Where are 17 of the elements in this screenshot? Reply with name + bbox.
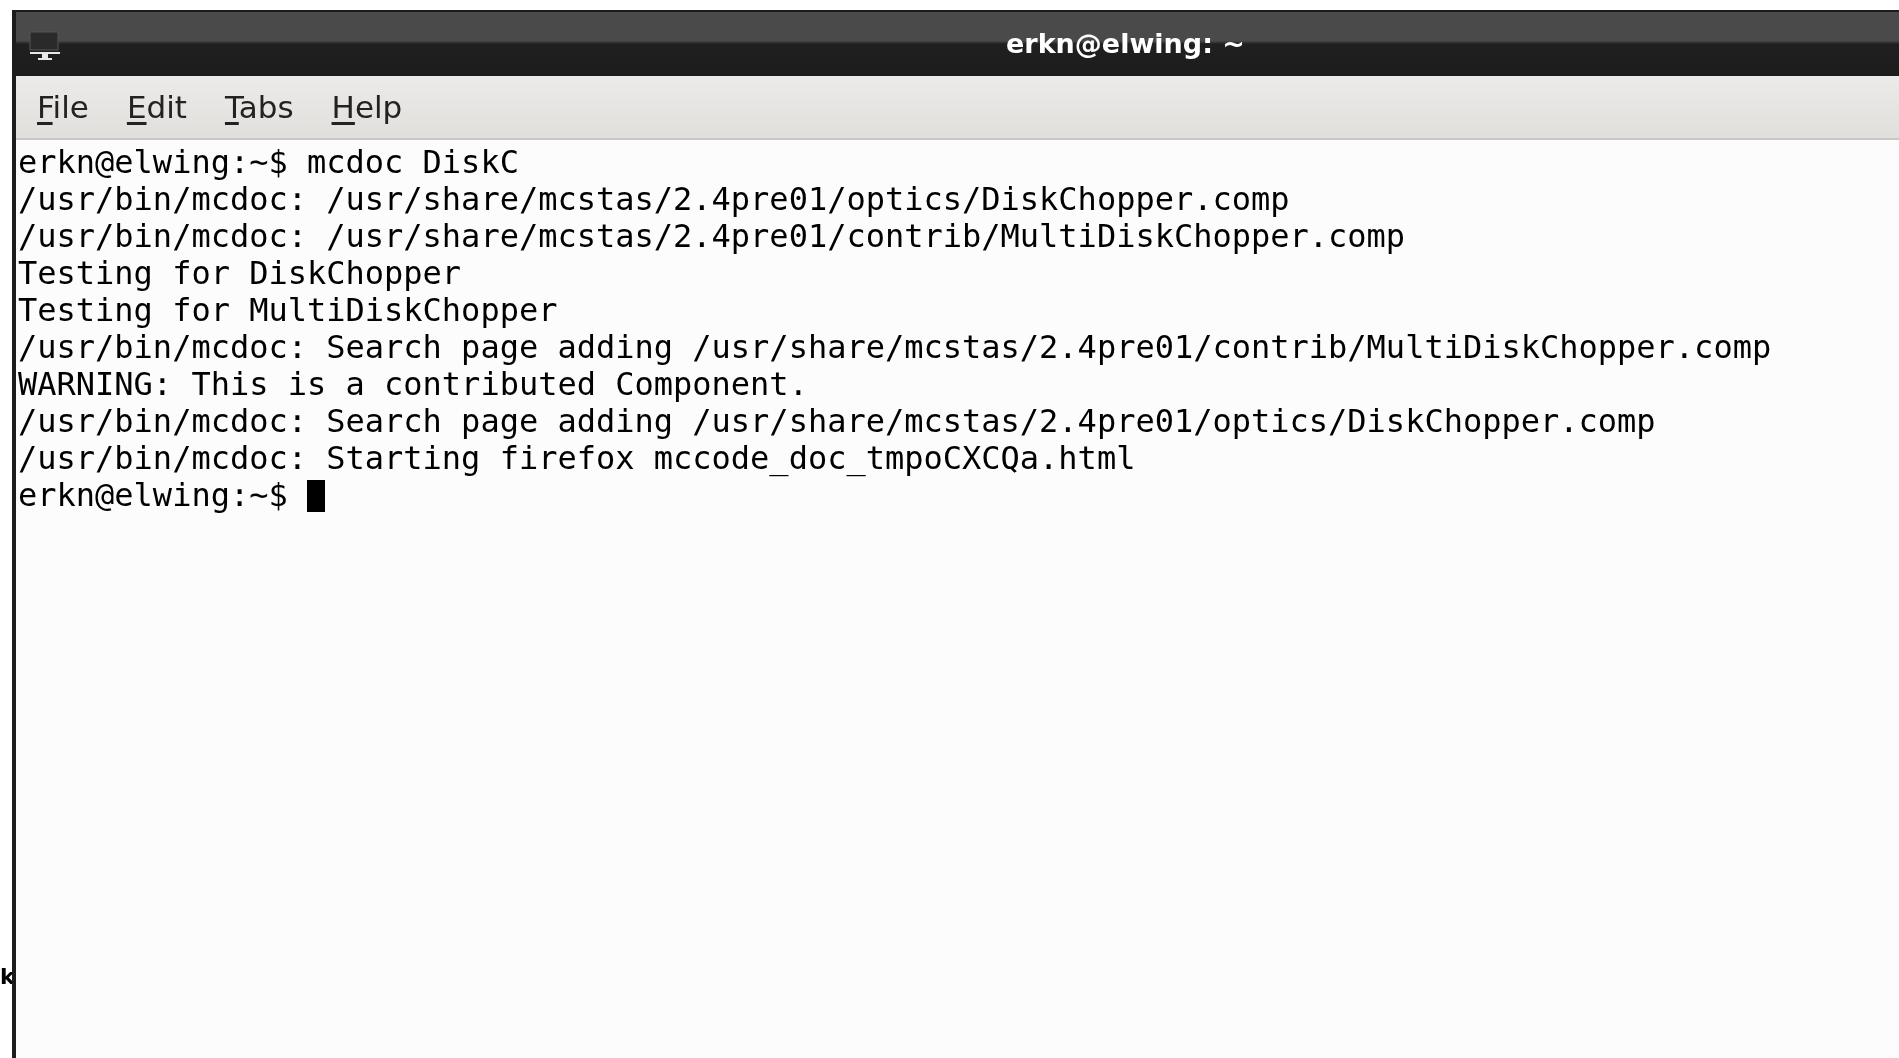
menu-item[interactable]: Help bbox=[330, 83, 404, 131]
terminal-line: /usr/bin/mcdoc: /usr/share/mcstas/2.4pre01/contrib/MultiDiskChopper.comp bbox=[18, 218, 1406, 255]
terminal-line: erkn@elwing:~$ mcdoc DiskC bbox=[18, 144, 519, 181]
block-cursor bbox=[307, 479, 325, 512]
terminal-line: Testing for DiskChopper bbox=[18, 255, 462, 292]
menu-item[interactable]: Tabs bbox=[223, 83, 295, 131]
terminal-line: WARNING: This is a contributed Component. bbox=[18, 366, 808, 403]
monitor-icon bbox=[28, 30, 62, 62]
menu-item[interactable]: File bbox=[36, 83, 90, 131]
terminal-line: /usr/bin/mcdoc: Starting firefox mccode_doc_tmpoCXCQa.html bbox=[18, 440, 1136, 477]
terminal-line: /usr/bin/mcdoc: /usr/share/mcstas/2.4pre01/optics/DiskChopper.comp bbox=[18, 181, 1290, 218]
terminal-line: /usr/bin/mcdoc: Search page adding /usr/share/mcstas/2.4pre01/contrib/MultiDiskChopper.comp bbox=[18, 329, 1772, 366]
terminal-line: /usr/bin/mcdoc: Search page adding /usr/share/mcstas/2.4pre01/optics/DiskChopper.comp bbox=[18, 403, 1656, 440]
menu-item[interactable]: Edit bbox=[125, 83, 188, 131]
terminal-line: Testing for MultiDiskChopper bbox=[18, 292, 558, 329]
window-title: erkn@elwing: ~ bbox=[1006, 26, 1245, 61]
terminal-prompt: erkn@elwing:~$ bbox=[18, 477, 289, 514]
